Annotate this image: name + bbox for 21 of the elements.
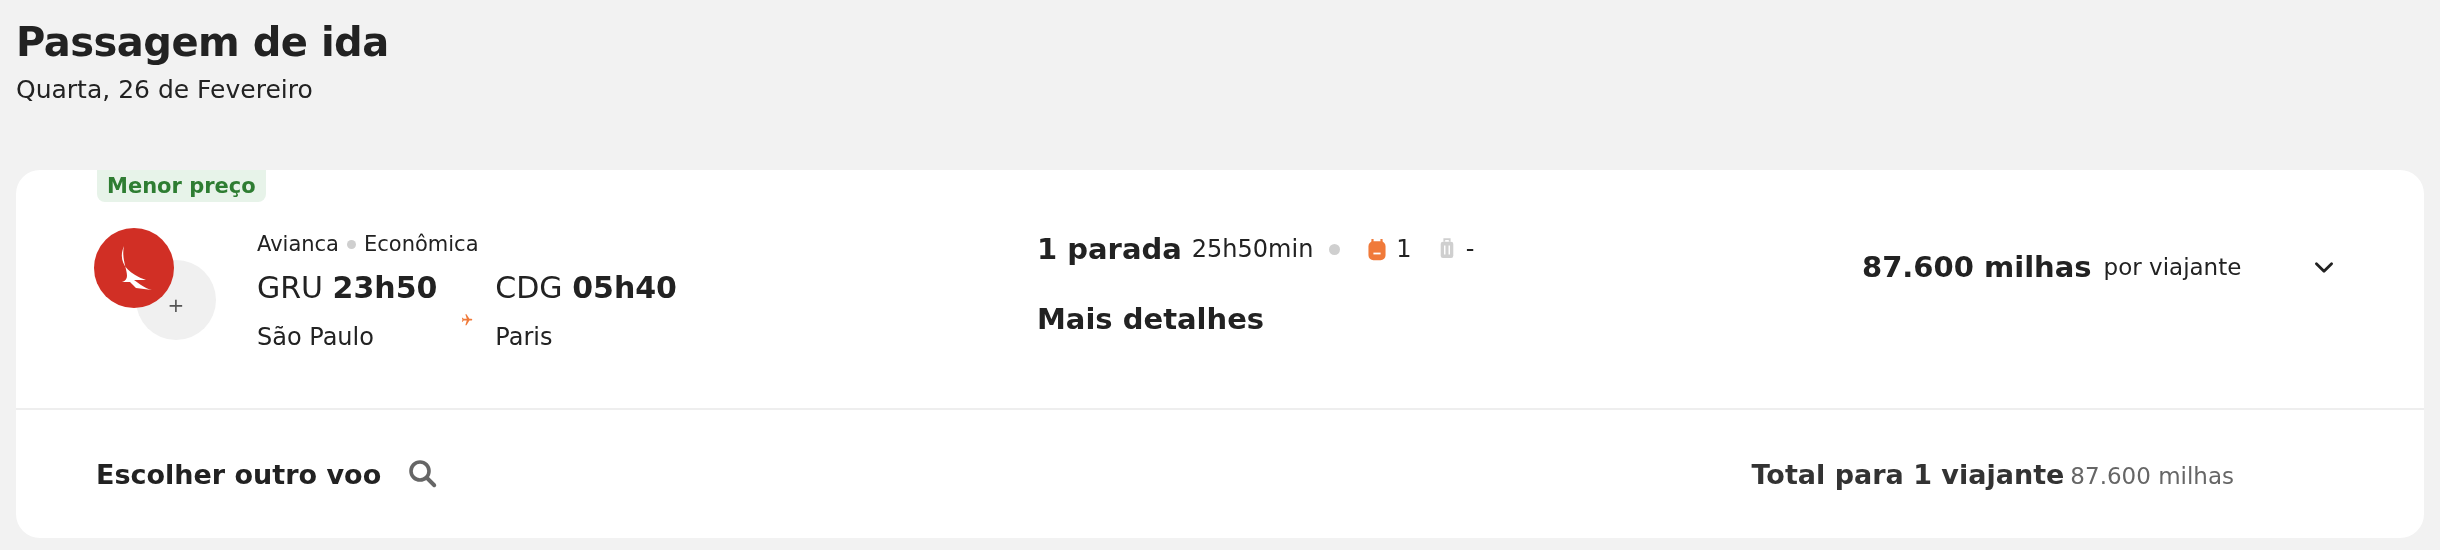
total-label: Total para 1 viajante xyxy=(1751,458,2065,490)
airline-name: Avianca xyxy=(257,232,339,256)
price-unit: por viajante xyxy=(2103,254,2242,280)
separator-dot xyxy=(1329,243,1341,255)
choose-other-flight-text: Escolher outro voo xyxy=(96,458,382,490)
total-value: 87.600 milhas xyxy=(2070,462,2234,489)
cabin-class: Econômica xyxy=(364,232,479,256)
arrival-time: CDG 05h40 xyxy=(495,270,677,305)
separator-dot xyxy=(347,239,356,249)
departure-city: São Paulo xyxy=(257,323,375,351)
arrival-city: Paris xyxy=(495,323,554,351)
departure-time: GRU 23h50 xyxy=(257,270,438,305)
baggage-count: - xyxy=(1465,235,1475,263)
stops-count: 1 parada xyxy=(1037,232,1182,266)
best-price-badge: Menor preço xyxy=(97,170,266,202)
baggage-count: 1 xyxy=(1396,235,1412,263)
page-title: Passagem de ida xyxy=(16,18,390,67)
more-details-link[interactable]: Mais detalhes xyxy=(1037,302,1265,336)
flight-duration: 25h50min xyxy=(1191,235,1314,263)
date-text: Quarta, 26 de Fevereiro xyxy=(16,74,314,106)
price-miles: 87.600 milhas xyxy=(1862,250,2092,284)
